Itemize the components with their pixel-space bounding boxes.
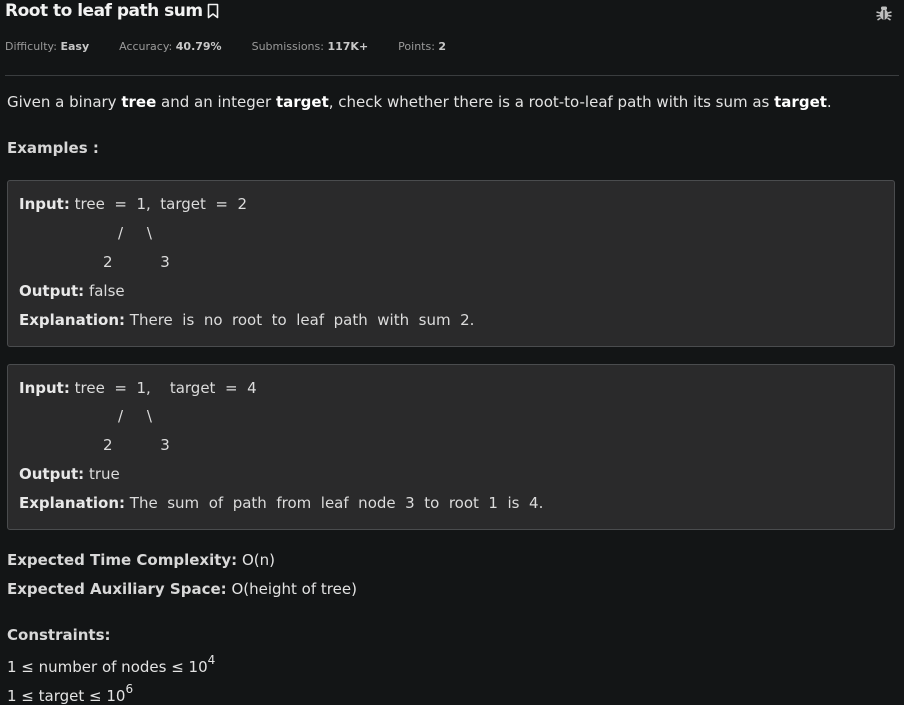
example-input: Input: tree = 1, target = 4 (19, 379, 257, 397)
bookmark-icon[interactable] (206, 2, 220, 20)
time-complexity-value: O(n) (237, 551, 275, 569)
accuracy-label: Accuracy: (119, 40, 173, 53)
example-explanation: Explanation: There is no root to leaf pa… (19, 311, 474, 329)
constraint-1: 1 ≤ number of nodes ≤ 104 (7, 653, 216, 676)
constraint-exponent: 6 (125, 682, 134, 696)
constraint-text: 1 ≤ target ≤ 10 (7, 687, 126, 705)
description-text: Given a binary (7, 93, 122, 111)
explanation-value: There is no root to leaf path with sum 2… (125, 311, 475, 329)
example-explanation: Explanation: The sum of path from leaf n… (19, 494, 543, 512)
problem-description: Given a binary tree and an integer targe… (7, 93, 897, 111)
example-output: Output: true (19, 465, 120, 483)
constraints-heading-text: Constraints: (7, 626, 111, 644)
example-output: Output: false (19, 282, 125, 300)
input-value: tree = 1, target = 4 (69, 379, 257, 397)
difficulty-label: Difficulty: (5, 40, 57, 53)
description-keyword-tree: tree (121, 93, 157, 111)
example-box-2: Input: tree = 1, target = 4 / \ 2 3 Outp… (7, 364, 895, 530)
problem-header: Root to leaf path sum (0, 0, 904, 30)
tree-children: 2 3 (103, 253, 170, 271)
points-stat: Points: 2 (398, 40, 446, 54)
time-complexity-label: Expected Time Complexity: (7, 551, 238, 569)
example-box-1: Input: tree = 1, target = 2 / \ 2 3 Outp… (7, 180, 895, 347)
output-label: Output: (19, 465, 85, 483)
accuracy-value: 40.79% (175, 40, 222, 53)
time-complexity: Expected Time Complexity: O(n) (7, 551, 275, 569)
description-text: , check whether there is a root-to-leaf … (328, 93, 775, 111)
input-label: Input: (19, 379, 70, 397)
bug-icon[interactable] (874, 3, 894, 23)
problem-meta: Difficulty: Easy Accuracy: 40.79% Submis… (5, 40, 476, 54)
header-divider (5, 75, 899, 76)
tree-branches: / \ (118, 407, 152, 425)
space-complexity-label: Expected Auxiliary Space: (7, 580, 227, 598)
space-complexity: Expected Auxiliary Space: O(height of tr… (7, 580, 357, 598)
constraints-heading: Constraints: (7, 626, 111, 644)
description-text: and an integer (156, 93, 276, 111)
submissions-stat: Submissions: 117K+ (252, 40, 369, 54)
difficulty-stat: Difficulty: Easy (5, 40, 89, 54)
submissions-value: 117K+ (327, 40, 369, 53)
input-value: tree = 1, target = 2 (69, 195, 248, 213)
tree-branches: / \ (118, 224, 152, 242)
output-label: Output: (19, 282, 85, 300)
problem-title-text: Root to leaf path sum (5, 1, 203, 21)
tree-children: 2 3 (103, 436, 170, 454)
description-keyword-target: target (275, 93, 329, 111)
points-value: 2 (438, 40, 447, 53)
description-keyword-target: target (774, 93, 827, 111)
difficulty-value: Easy (60, 40, 90, 53)
space-complexity-value: O(height of tree) (226, 580, 357, 598)
description-text: . (826, 93, 832, 111)
explanation-label: Explanation: (19, 494, 126, 512)
examples-heading: Examples : (7, 139, 99, 157)
constraint-2: 1 ≤ target ≤ 106 (7, 682, 134, 705)
explanation-label: Explanation: (19, 311, 126, 329)
constraint-text: 1 ≤ number of nodes ≤ 10 (7, 658, 208, 676)
example-input: Input: tree = 1, target = 2 (19, 195, 247, 213)
output-value: true (84, 465, 120, 483)
explanation-value: The sum of path from leaf node 3 to root… (125, 494, 544, 512)
accuracy-stat: Accuracy: 40.79% (119, 40, 221, 54)
problem-title: Root to leaf path sum (5, 1, 220, 21)
points-label: Points: (398, 40, 435, 53)
constraint-exponent: 4 (207, 653, 216, 667)
submissions-label: Submissions: (251, 40, 324, 53)
output-value: false (84, 282, 125, 300)
input-label: Input: (19, 195, 70, 213)
